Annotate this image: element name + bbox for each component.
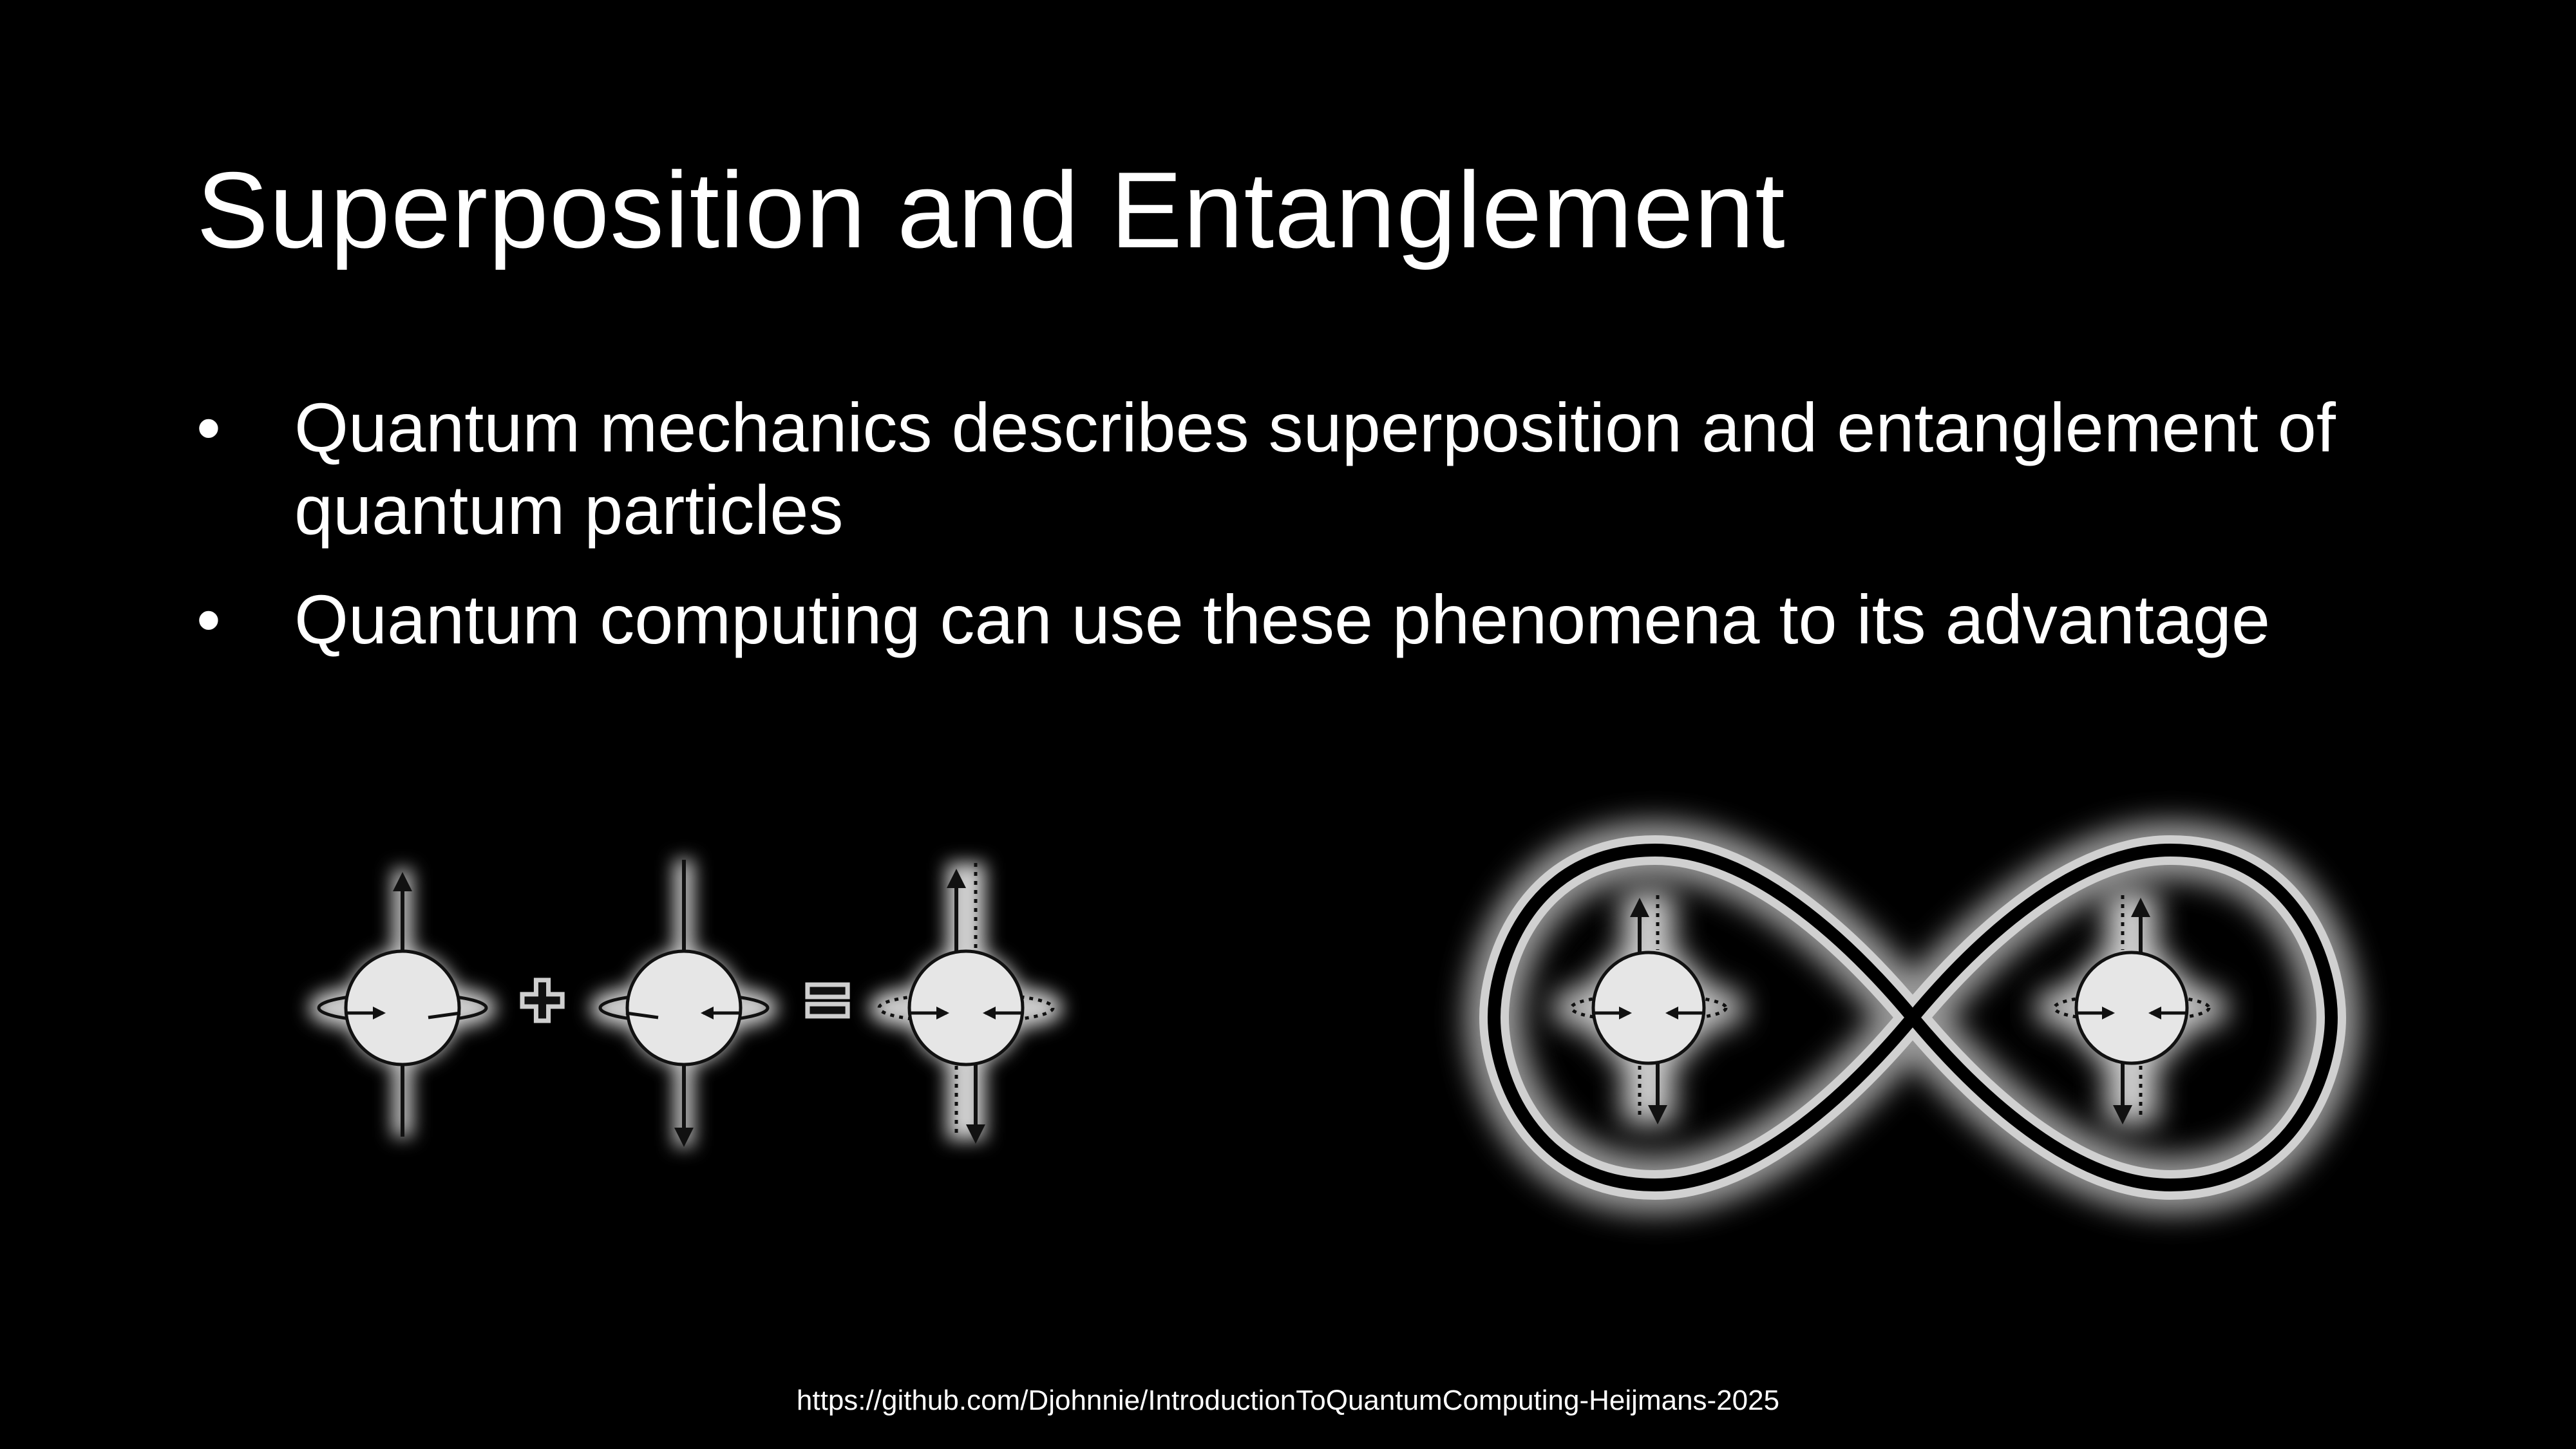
- bullet-item: • Quantum mechanics describes superposit…: [196, 386, 2386, 551]
- entangled-particle-icon: [2036, 892, 2228, 1124]
- entanglement-diagram: [1464, 820, 2361, 1215]
- bullet-item: • Quantum computing can use these phenom…: [196, 578, 2386, 661]
- equals-sign: =: [807, 960, 848, 1039]
- slide: Superposition and Entanglement • Quantum…: [0, 0, 2576, 1449]
- bullet-marker: •: [196, 580, 221, 658]
- superposition-diagram: + =: [309, 860, 1063, 1147]
- superposition-particle-icon: [869, 863, 1063, 1144]
- entangled-particle-icon: [1553, 892, 1745, 1124]
- bullet-marker: •: [196, 388, 221, 466]
- bullet-text: Quantum mechanics describes superpositio…: [294, 388, 2336, 549]
- plus-sign: +: [522, 960, 563, 1039]
- spin-down-particle-icon: [591, 860, 777, 1147]
- spin-up-particle-icon: [309, 869, 496, 1137]
- footer-url[interactable]: https://github.com/Djohnnie/Introduction…: [0, 1385, 2576, 1417]
- slide-title: Superposition and Entanglement: [196, 149, 1786, 270]
- bullet-text: Quantum computing can use these phenomen…: [294, 580, 2271, 658]
- bullet-list: • Quantum mechanics describes superposit…: [196, 386, 2386, 688]
